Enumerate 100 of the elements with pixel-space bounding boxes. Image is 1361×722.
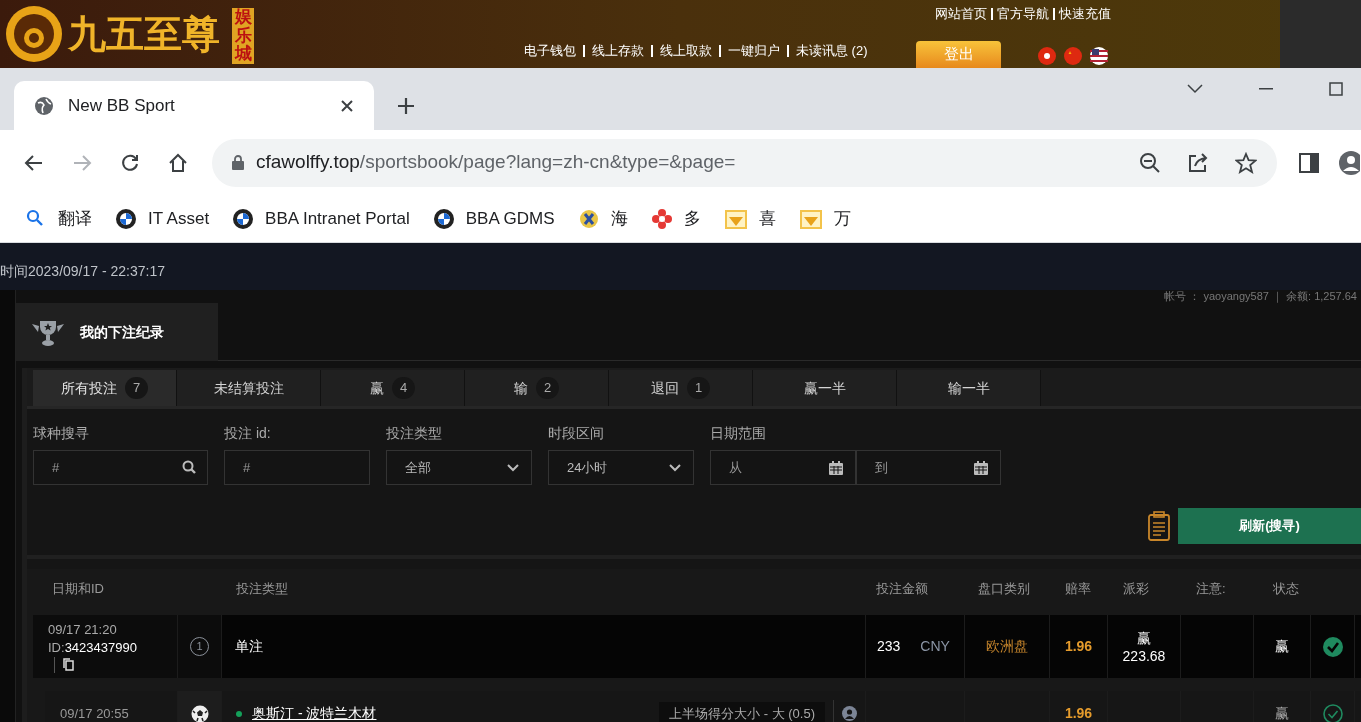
filter-tab[interactable]: 赢 4 [321, 370, 465, 406]
field-label: 日期范围 [710, 424, 767, 443]
bookmark[interactable]: 多 [651, 205, 701, 232]
home-icon[interactable] [168, 152, 188, 173]
input-field[interactable]: # [224, 450, 370, 485]
field-label: 投注 id: [224, 424, 272, 443]
column-header: 注意: [1196, 581, 1226, 597]
calendar-icon [828, 460, 843, 475]
globe-icon [34, 95, 54, 116]
nav-link[interactable]: 线上取款 [660, 41, 712, 61]
dropdown[interactable]: 24小时 [548, 450, 694, 485]
count-badge: 7 [124, 377, 149, 399]
note-square-icon [799, 208, 822, 229]
profile-icon[interactable] [1339, 150, 1360, 175]
bet-type: 单注 [235, 637, 263, 656]
leg-time: 09/17 20:55 [60, 704, 129, 722]
refresh-button[interactable]: 刷新(搜寻) [1178, 508, 1361, 544]
bookmark[interactable]: 喜 [724, 205, 776, 232]
nav-link[interactable]: 一键归户 [728, 41, 780, 61]
match-link[interactable]: 奥斯汀 - 波特兰木材 [252, 703, 377, 722]
payout-amount: 223.68 [1122, 646, 1166, 665]
roundel-icon [233, 208, 254, 229]
address-bar[interactable]: cfawolffy.top/sportsbook/page?lang=zh-cn&type=&page= [212, 138, 1277, 187]
note-square-icon [724, 208, 747, 229]
chevron-down-icon[interactable] [1187, 84, 1203, 94]
column-header: 日期和ID [52, 581, 104, 597]
panel-tab[interactable]: 我的下注纪录 [16, 303, 218, 361]
dropdown[interactable]: 全部 [386, 450, 532, 485]
calendar-icon [974, 460, 988, 475]
stake-amount: 233 [877, 637, 901, 656]
chevron-down-icon [507, 463, 519, 472]
copy-icon[interactable] [63, 658, 74, 671]
flag-icon[interactable] [1038, 47, 1056, 65]
filter-tab[interactable]: 输 2 [465, 370, 609, 406]
check-circle-icon [1322, 636, 1343, 657]
search-icon [182, 460, 196, 474]
filter-tab[interactable]: 输一半 [897, 370, 1041, 406]
bet-id: ID:3423437990 [48, 638, 137, 657]
input-field[interactable]: # [33, 450, 208, 485]
top-link[interactable]: 网站首页 [935, 4, 987, 24]
count-badge: 2 [535, 377, 560, 399]
bookmark[interactable]: 海 [578, 205, 628, 232]
bookmark[interactable]: 翻译 [26, 205, 92, 232]
column-header: 派彩 [1123, 581, 1149, 597]
filter-tab[interactable]: 赢一半 [753, 370, 897, 406]
selection-label: 上半场得分大小 - 大 (0.5) [659, 701, 825, 722]
star-icon[interactable] [1235, 151, 1257, 174]
server-time: 时间2023/09/17 - 22:37:17 [0, 262, 165, 281]
tab-title: New BB Sport [68, 94, 176, 117]
column-header: 盘口类别 [978, 581, 1030, 597]
field-label: 时段区间 [548, 424, 605, 443]
clipboard-icon[interactable] [1148, 511, 1170, 541]
top-link[interactable]: 快速充值 [1059, 4, 1111, 24]
date-field[interactable]: 从 [710, 450, 856, 485]
field-label: 投注类型 [386, 424, 443, 443]
lock-icon [232, 155, 244, 170]
bet-datetime: 09/17 21:20 [48, 620, 117, 639]
filter-tab[interactable]: 退回 1 [609, 370, 753, 406]
flag-icon[interactable] [1090, 47, 1108, 65]
nav-link[interactable]: 未读讯息 (2) [796, 41, 868, 61]
date-field[interactable]: 到 [855, 450, 1001, 485]
minimize-icon[interactable] [1259, 88, 1273, 90]
bet-status: 赢 [1275, 637, 1289, 656]
bookmark[interactable]: IT Asset [116, 205, 210, 232]
top-link[interactable]: 官方导航 [997, 4, 1049, 24]
logo-badge: 娱乐城 [232, 8, 254, 65]
flower-icon [651, 208, 672, 229]
logo-icon [4, 4, 64, 64]
column-header: 投注金额 [876, 581, 928, 597]
chevron-down-icon [669, 463, 681, 472]
status-dot-icon [236, 710, 242, 717]
bookmark[interactable]: BBA GDMS [433, 205, 555, 232]
odds-value: 1.96 [1064, 704, 1093, 722]
back-icon[interactable] [24, 152, 44, 173]
bookmark[interactable]: 万 [799, 205, 851, 232]
currency: CNY [920, 637, 950, 656]
nav-link[interactable]: 电子钱包 [524, 41, 576, 61]
zoom-out-icon[interactable] [1139, 151, 1161, 174]
count-badge: 4 [391, 377, 416, 399]
new-tab-icon[interactable] [396, 96, 416, 116]
payout-label: 赢 [1137, 628, 1151, 647]
field-label: 球种搜寻 [33, 424, 90, 443]
badge-icon [578, 208, 599, 229]
close-icon[interactable] [340, 98, 354, 113]
share-icon[interactable] [1187, 151, 1209, 174]
column-header: 状态 [1273, 581, 1299, 597]
sidebar-icon[interactable] [1299, 152, 1319, 173]
market-type: 欧洲盘 [986, 637, 1028, 656]
nav-link[interactable]: 线上存款 [592, 41, 644, 61]
account-info: 帐号 ： yaoyangy587 ｜ 余额: 1,257.64 [1164, 290, 1357, 303]
maximize-icon[interactable] [1329, 82, 1343, 96]
filter-tab[interactable]: 所有投注 7 [33, 370, 177, 406]
reload-icon[interactable] [120, 152, 140, 173]
browser-tab[interactable]: New BB Sport [14, 81, 374, 130]
filter-tab[interactable]: 未结算投注 [177, 370, 321, 406]
count-badge: 1 [686, 377, 711, 399]
roundel-icon [116, 208, 136, 229]
leg-status: 赢 [1275, 704, 1289, 722]
bookmark[interactable]: BBA Intranet Portal [233, 205, 410, 232]
roundel-icon [433, 208, 454, 229]
